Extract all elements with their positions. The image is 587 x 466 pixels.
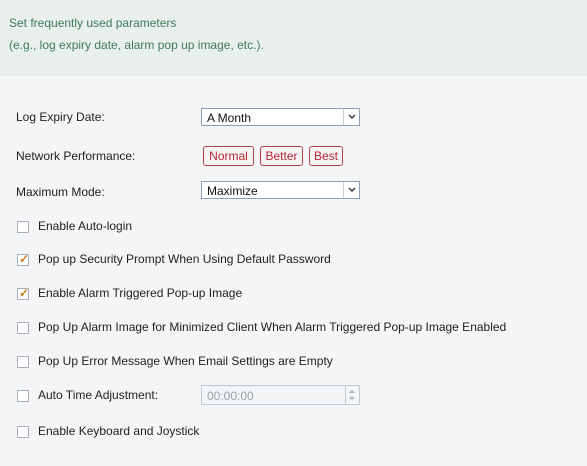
description-panel: Set frequently used parameters (e.g., lo… bbox=[0, 0, 587, 76]
maximum-mode-value: Maximize bbox=[207, 184, 258, 198]
keyboard-joystick-label: Enable Keyboard and Joystick bbox=[38, 424, 200, 438]
log-expiry-label: Log Expiry Date: bbox=[16, 110, 105, 124]
auto-time-adjustment-label: Auto Time Adjustment: bbox=[38, 388, 159, 402]
performance-normal-button[interactable]: Normal bbox=[203, 146, 254, 166]
keyboard-joystick-checkbox[interactable] bbox=[17, 426, 29, 438]
checkmark-icon: ✓ bbox=[19, 286, 30, 300]
email-error-message-label: Pop Up Error Message When Email Settings… bbox=[38, 354, 333, 368]
enable-auto-login-label: Enable Auto-login bbox=[38, 219, 133, 233]
chevron-down-icon[interactable] bbox=[343, 182, 359, 198]
security-prompt-checkbox[interactable]: ✓ bbox=[17, 252, 30, 266]
spinner-arrows-icon[interactable] bbox=[345, 386, 359, 404]
performance-best-button[interactable]: Best bbox=[309, 146, 343, 166]
email-error-message-checkbox[interactable] bbox=[17, 356, 29, 368]
minimized-client-alarm-label: Pop Up Alarm Image for Minimized Client … bbox=[38, 320, 507, 334]
log-expiry-value: A Month bbox=[207, 111, 252, 125]
auto-time-input[interactable]: 00:00:00 bbox=[201, 385, 360, 405]
minimized-client-alarm-checkbox[interactable] bbox=[17, 322, 29, 334]
alarm-popup-image-label: Enable Alarm Triggered Pop-up Image bbox=[38, 286, 243, 300]
log-expiry-select[interactable]: A Month bbox=[201, 108, 360, 126]
performance-better-button[interactable]: Better bbox=[260, 146, 303, 166]
maximum-mode-label: Maximum Mode: bbox=[16, 185, 105, 199]
alarm-popup-image-checkbox[interactable]: ✓ bbox=[17, 286, 30, 300]
checkmark-icon: ✓ bbox=[19, 252, 30, 266]
description-line-1: Set frequently used parameters bbox=[9, 16, 177, 30]
maximum-mode-select[interactable]: Maximize bbox=[201, 181, 360, 199]
auto-time-value: 00:00:00 bbox=[207, 389, 254, 403]
chevron-down-icon[interactable] bbox=[343, 109, 359, 125]
security-prompt-label: Pop up Security Prompt When Using Defaul… bbox=[38, 252, 331, 266]
network-performance-label: Network Performance: bbox=[16, 149, 136, 163]
enable-auto-login-checkbox[interactable] bbox=[17, 221, 29, 233]
auto-time-adjustment-checkbox[interactable] bbox=[17, 390, 29, 402]
description-line-2: (e.g., log expiry date, alarm pop up ima… bbox=[9, 38, 264, 52]
